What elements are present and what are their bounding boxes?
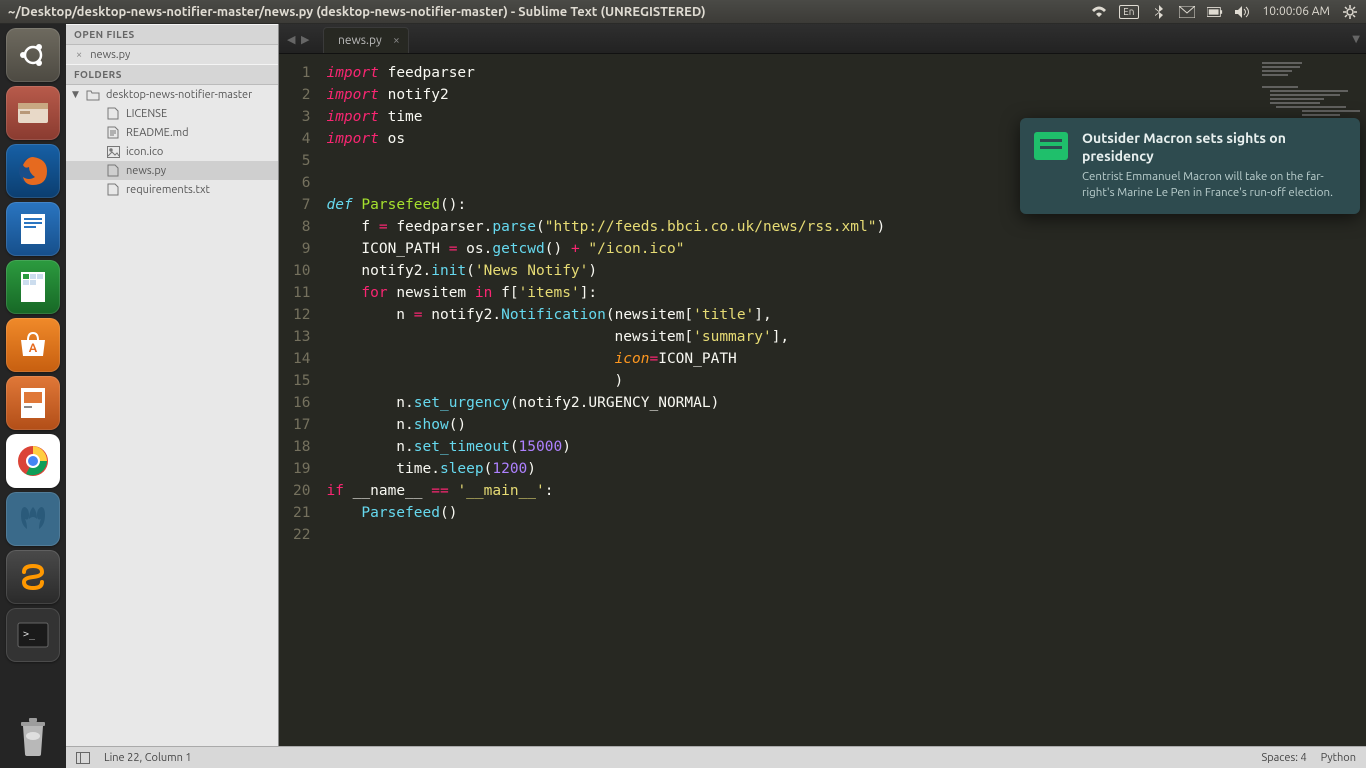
file-icon xyxy=(106,126,120,140)
launcher-chrome[interactable] xyxy=(6,434,60,488)
svg-text:A: A xyxy=(29,342,38,355)
desktop-notification[interactable]: Outsider Macron sets sights on presidenc… xyxy=(1020,118,1360,214)
status-position[interactable]: Line 22, Column 1 xyxy=(104,752,192,764)
mail-icon[interactable] xyxy=(1179,4,1195,20)
unity-launcher: A >_ xyxy=(0,24,66,768)
keyboard-indicator[interactable]: En xyxy=(1119,5,1138,19)
gear-icon[interactable] xyxy=(1342,4,1358,20)
bluetooth-icon[interactable] xyxy=(1151,4,1167,20)
file-icon xyxy=(106,145,120,159)
window-title: ~/Desktop/desktop-news-notifier-master/n… xyxy=(8,5,1091,19)
status-bar: Line 22, Column 1 Spaces: 4 Python xyxy=(66,746,1366,768)
notification-title: Outsider Macron sets sights on presidenc… xyxy=(1082,130,1346,165)
tab-overflow-icon[interactable]: ▼ xyxy=(1352,33,1360,45)
file-item[interactable]: icon.ico xyxy=(66,142,278,161)
wifi-icon[interactable] xyxy=(1091,4,1107,20)
file-icon xyxy=(106,164,120,178)
launcher-trash[interactable] xyxy=(8,712,58,762)
tab-bar: ◀ ▶ news.py × ▼ xyxy=(279,24,1366,54)
launcher-calc[interactable] xyxy=(6,260,60,314)
open-file-item[interactable]: × news.py xyxy=(66,45,278,64)
launcher-dash[interactable] xyxy=(6,28,60,82)
status-spaces[interactable]: Spaces: 4 xyxy=(1261,752,1306,764)
chevron-down-icon: ▼ xyxy=(72,89,80,100)
status-language[interactable]: Python xyxy=(1321,752,1356,764)
svg-text:>_: >_ xyxy=(23,629,36,640)
battery-icon[interactable] xyxy=(1207,4,1223,20)
open-files-header: OPEN FILES xyxy=(66,24,278,45)
close-tab-icon[interactable]: × xyxy=(393,34,400,47)
folder-root[interactable]: ▼ desktop-news-notifier-master xyxy=(66,85,278,104)
launcher-files[interactable] xyxy=(6,86,60,140)
volume-icon[interactable] xyxy=(1235,4,1251,20)
notification-body: Centrist Emmanuel Macron will take on th… xyxy=(1082,169,1346,200)
launcher-terminal[interactable]: >_ xyxy=(6,608,60,662)
file-item[interactable]: requirements.txt xyxy=(66,180,278,199)
file-item[interactable]: LICENSE xyxy=(66,104,278,123)
tab-forward-icon[interactable]: ▶ xyxy=(301,33,313,45)
notification-chat-icon xyxy=(1034,132,1068,160)
folders-header: FOLDERS xyxy=(66,64,278,85)
file-icon xyxy=(106,107,120,121)
launcher-firefox[interactable] xyxy=(6,144,60,198)
system-menubar: ~/Desktop/desktop-news-notifier-master/n… xyxy=(0,0,1366,24)
launcher-writer[interactable] xyxy=(6,202,60,256)
layout-icon[interactable] xyxy=(76,752,90,764)
launcher-sublime[interactable] xyxy=(6,550,60,604)
close-file-icon[interactable]: × xyxy=(76,49,82,61)
clock[interactable]: 10:00:06 AM xyxy=(1263,5,1331,18)
file-item[interactable]: README.md xyxy=(66,123,278,142)
tab-news-py[interactable]: news.py × xyxy=(323,27,409,53)
file-item[interactable]: news.py xyxy=(66,161,278,180)
tab-back-icon[interactable]: ◀ xyxy=(287,33,299,45)
launcher-software[interactable]: A xyxy=(6,318,60,372)
launcher-postgres[interactable] xyxy=(6,492,60,546)
folder-icon xyxy=(86,88,100,102)
line-gutter: 12345678910111213141516171819202122 xyxy=(279,54,320,746)
launcher-impress[interactable] xyxy=(6,376,60,430)
system-indicators: En 10:00:06 AM xyxy=(1091,4,1358,20)
file-icon xyxy=(106,183,120,197)
sidebar: OPEN FILES × news.py FOLDERS ▼ desktop-n… xyxy=(66,24,279,746)
